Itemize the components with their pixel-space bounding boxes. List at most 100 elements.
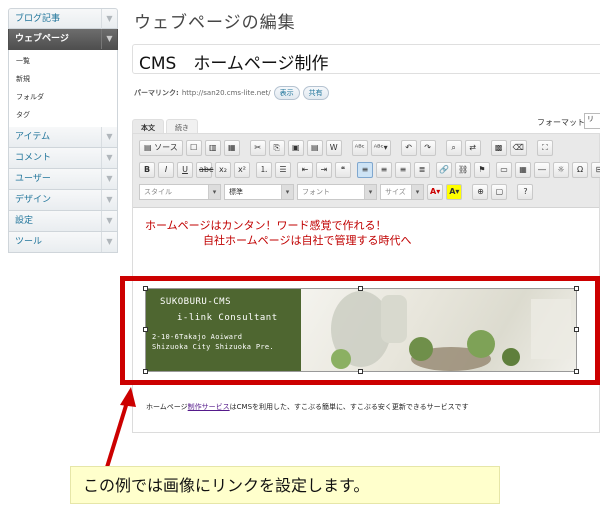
- align-center-icon[interactable]: ≡: [376, 162, 392, 178]
- resize-handle[interactable]: [574, 327, 579, 332]
- underline-icon[interactable]: U: [177, 162, 193, 178]
- copy-icon[interactable]: ⎘: [268, 140, 285, 156]
- size-select[interactable]: サイズ ▾: [380, 184, 424, 200]
- service-link[interactable]: 制作サービス: [188, 403, 230, 411]
- resize-handle[interactable]: [358, 286, 363, 291]
- size-label: サイズ: [385, 188, 406, 196]
- link-icon[interactable]: 🔗: [436, 162, 452, 178]
- paste-text-icon[interactable]: ▤: [306, 140, 323, 156]
- paragraph-select[interactable]: 標準 ▾: [224, 184, 294, 200]
- redo-icon[interactable]: ↷: [419, 140, 436, 156]
- resize-handle[interactable]: [574, 286, 579, 291]
- replace-icon[interactable]: ⇄: [464, 140, 481, 156]
- remove-format-icon[interactable]: ⌫: [509, 140, 527, 156]
- outdent-icon[interactable]: ⇤: [297, 162, 313, 178]
- page-break-icon[interactable]: ⊟: [591, 162, 600, 178]
- align-right-icon[interactable]: ≡: [395, 162, 411, 178]
- template-icon[interactable]: ▦: [223, 140, 240, 156]
- sidebar-item-items[interactable]: アイテム ▼: [8, 127, 118, 148]
- blockquote-icon[interactable]: ❝: [335, 162, 351, 178]
- text-color-icon[interactable]: A▾: [427, 184, 444, 200]
- sidebar-item-web-pages[interactable]: ウェブページ ▼: [8, 29, 118, 50]
- bg-color-icon[interactable]: A▾: [446, 184, 463, 200]
- select-all-icon[interactable]: ▩: [490, 140, 507, 156]
- numbered-list-icon[interactable]: ⒈: [256, 162, 272, 178]
- editor-toolbar: ▤ ソース ☐ ▥ ▦ ✂ ⎘ ▣ ▤ W ᴬᴮᶜ ᴬᴮᶜ▾ ↶ ↷ ⌕ ⇄ ▩…: [133, 134, 600, 208]
- submenu-item-new[interactable]: 新規: [9, 70, 117, 88]
- resize-handle[interactable]: [143, 286, 148, 291]
- chevron-down-icon[interactable]: ▼: [101, 9, 117, 29]
- paste-icon[interactable]: ▣: [287, 140, 304, 156]
- unlink-icon[interactable]: ⛓: [455, 162, 471, 178]
- permalink-label: パーマリンク:: [134, 89, 179, 97]
- maximize-icon[interactable]: ⛶: [536, 140, 553, 156]
- chevron-down-icon[interactable]: ▼: [101, 232, 117, 252]
- sidebar-item-tools[interactable]: ツール ▼: [8, 232, 118, 253]
- spellcheck-icon[interactable]: ᴬᴮᶜ: [351, 140, 368, 156]
- submenu-item-folders[interactable]: フォルダ: [9, 88, 117, 106]
- smiley-icon[interactable]: ☼: [553, 162, 569, 178]
- undo-icon[interactable]: ↶: [400, 140, 417, 156]
- sidebar-item-settings[interactable]: 設定 ▼: [8, 211, 118, 232]
- permalink-row: パーマリンク: http://san20.cms-lite.net/ 表示 共有: [134, 86, 329, 100]
- editor-content[interactable]: ホームページはカンタン！ワード感覚で作れる！ 自社ホームページは自社で管理する時…: [145, 218, 411, 248]
- align-justify-icon[interactable]: ≣: [414, 162, 430, 178]
- banner-line-1: SUKOBURU-CMS: [160, 297, 232, 307]
- find-icon[interactable]: ⌕: [445, 140, 462, 156]
- banner-image[interactable]: SUKOBURU-CMS i-link Consultant 2-10-6Tak…: [145, 288, 577, 372]
- chevron-down-icon[interactable]: ▼: [101, 211, 117, 231]
- paragraph-text: ホームページ: [146, 403, 188, 411]
- source-button[interactable]: ▤ ソース: [139, 140, 183, 156]
- source-label: ソース: [154, 143, 178, 152]
- italic-icon[interactable]: I: [158, 162, 174, 178]
- font-select[interactable]: フォント ▾: [297, 184, 377, 200]
- plant-photo-illustration: [331, 291, 571, 371]
- cut-icon[interactable]: ✂: [249, 140, 266, 156]
- special-char-icon[interactable]: Ω: [572, 162, 588, 178]
- share-button[interactable]: 共有: [302, 86, 329, 100]
- paste-word-icon[interactable]: W: [325, 140, 342, 156]
- title-input[interactable]: CMS ホームページ制作: [132, 44, 600, 74]
- chevron-down-icon: ▾: [364, 185, 376, 199]
- chevron-down-icon[interactable]: ▼: [101, 29, 117, 49]
- flash-icon[interactable]: ▢: [491, 184, 508, 200]
- sidebar-item-comments[interactable]: コメント ▼: [8, 148, 118, 169]
- chevron-down-icon[interactable]: ▼: [101, 169, 117, 189]
- horizontal-rule-icon[interactable]: ―: [534, 162, 550, 178]
- bulleted-list-icon[interactable]: ☰: [275, 162, 291, 178]
- format-select[interactable]: リ: [584, 113, 600, 129]
- headline-line-2: 自社ホームページは自社で管理する時代へ: [203, 234, 412, 247]
- anchor-icon[interactable]: ⚑: [474, 162, 490, 178]
- submenu-item-list[interactable]: 一覧: [9, 52, 117, 70]
- sidebar-item-label: ウェブページ: [15, 34, 69, 44]
- subscript-icon[interactable]: x₂: [215, 162, 231, 178]
- chevron-down-icon[interactable]: ▼: [101, 127, 117, 147]
- strikethrough-icon[interactable]: abc: [196, 162, 213, 178]
- font-label: フォント: [302, 188, 330, 196]
- image-icon[interactable]: ▭: [496, 162, 512, 178]
- indent-icon[interactable]: ⇥: [316, 162, 332, 178]
- chevron-down-icon[interactable]: ▼: [101, 148, 117, 168]
- submenu-item-tags[interactable]: タグ: [9, 106, 117, 124]
- help-icon[interactable]: ?: [517, 184, 534, 200]
- blocks-icon[interactable]: ⊕: [472, 184, 489, 200]
- bold-icon[interactable]: B: [139, 162, 155, 178]
- preview-icon[interactable]: ▥: [204, 140, 221, 156]
- chevron-down-icon[interactable]: ▼: [101, 190, 117, 210]
- sidebar-item-design[interactable]: デザイン ▼: [8, 190, 118, 211]
- new-page-icon[interactable]: ☐: [185, 140, 202, 156]
- resize-handle[interactable]: [143, 369, 148, 374]
- resize-handle[interactable]: [143, 327, 148, 332]
- resize-handle[interactable]: [358, 369, 363, 374]
- sidebar-item-blog-posts[interactable]: ブログ記事 ▼: [8, 8, 118, 29]
- sidebar-item-users[interactable]: ユーザー ▼: [8, 169, 118, 190]
- style-select[interactable]: スタイル ▾: [139, 184, 221, 200]
- sidebar-item-label: デザイン: [15, 195, 52, 205]
- resize-handle[interactable]: [574, 369, 579, 374]
- superscript-icon[interactable]: x²: [234, 162, 250, 178]
- align-left-icon[interactable]: ≡: [357, 162, 373, 178]
- spellcheck-dropdown-icon[interactable]: ᴬᴮᶜ▾: [370, 140, 391, 156]
- table-icon[interactable]: ▦: [515, 162, 531, 178]
- view-button[interactable]: 表示: [273, 86, 300, 100]
- chevron-down-icon: ▾: [411, 185, 423, 199]
